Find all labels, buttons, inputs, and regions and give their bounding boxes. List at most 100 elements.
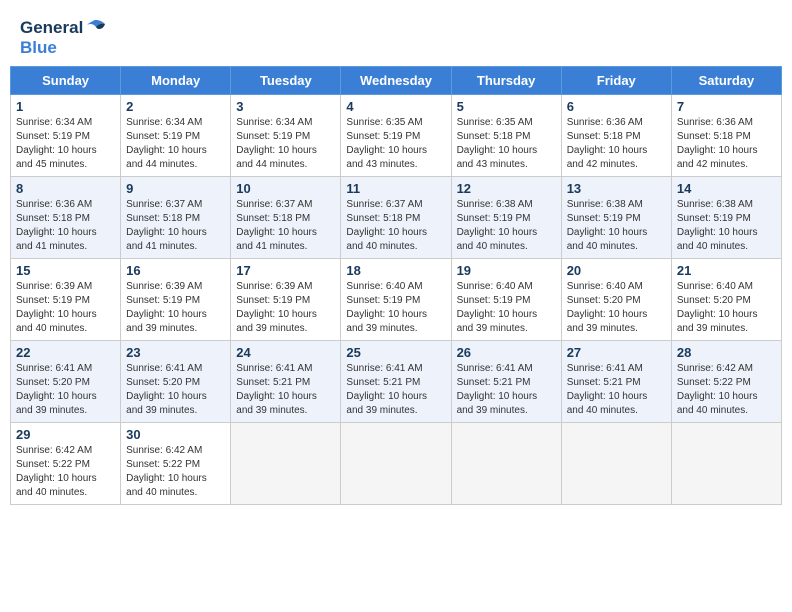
day-info: Sunrise: 6:40 AMSunset: 5:19 PMDaylight:… <box>457 280 556 336</box>
day-number: 18 <box>346 263 445 278</box>
calendar-cell: 30Sunrise: 6:42 AMSunset: 5:22 PMDayligh… <box>121 423 231 505</box>
calendar-table: SundayMondayTuesdayWednesdayThursdayFrid… <box>10 66 782 505</box>
header-sunday: Sunday <box>11 67 121 95</box>
calendar-cell: 17 Sunrise: 6:39 AMSunset: 5:19 PMDayligh… <box>231 259 341 341</box>
day-info: Sunrise: 6:41 AMSunset: 5:21 PMDaylight:… <box>346 362 445 418</box>
calendar-cell <box>341 423 451 505</box>
calendar-cell: 6Sunrise: 6:36 AMSunset: 5:18 PMDaylight… <box>561 95 671 177</box>
day-info: Sunrise: 6:39 AMSunset: 5:19 PMDaylight:… <box>126 280 225 336</box>
day-info: Sunrise: 6:41 AMSunset: 5:21 PMDaylight:… <box>457 362 556 418</box>
calendar-week-5: 29 Sunrise: 6:42 AMSunset: 5:22 PMDayligh… <box>11 423 782 505</box>
day-number: 27 <box>567 345 666 360</box>
day-info: Sunrise: 6:35 AMSunset: 5:19 PMDaylight:… <box>346 116 445 172</box>
day-info: Sunrise: 6:40 AMSunset: 5:19 PMDaylight:… <box>346 280 445 336</box>
day-number: 9 <box>126 181 225 196</box>
day-number: 12 <box>457 181 556 196</box>
day-info: Sunrise: 6:36 AMSunset: 5:18 PMDaylight:… <box>16 198 115 254</box>
day-info: Sunrise: 6:37 AMSunset: 5:18 PMDaylight:… <box>346 198 445 254</box>
calendar-cell: 11Sunrise: 6:37 AMSunset: 5:18 PMDayligh… <box>341 177 451 259</box>
calendar-cell: 7Sunrise: 6:36 AMSunset: 5:18 PMDaylight… <box>671 95 781 177</box>
day-info: Sunrise: 6:38 AMSunset: 5:19 PMDaylight:… <box>677 198 776 254</box>
calendar-cell: 9 Sunrise: 6:37 AMSunset: 5:18 PMDaylight… <box>121 177 231 259</box>
day-info: Sunrise: 6:42 AMSunset: 5:22 PMDaylight:… <box>677 362 776 418</box>
day-number: 17 <box>236 263 335 278</box>
day-number: 13 <box>567 181 666 196</box>
day-number: 25 <box>346 345 445 360</box>
calendar-cell: 20 Sunrise: 6:40 AMSunset: 5:20 PMDayligh… <box>561 259 671 341</box>
calendar-cell: 2 Sunrise: 6:34 AMSunset: 5:19 PMDaylight… <box>121 95 231 177</box>
day-number: 3 <box>236 99 335 114</box>
calendar-cell: 28 Sunrise: 6:42 AMSunset: 5:22 PMDayligh… <box>671 341 781 423</box>
day-info: Sunrise: 6:42 AMSunset: 5:22 PMDaylight:… <box>126 444 225 500</box>
day-info: Sunrise: 6:35 AMSunset: 5:18 PMDaylight:… <box>457 116 556 172</box>
day-number: 4 <box>346 99 445 114</box>
day-info: Sunrise: 6:38 AMSunset: 5:19 PMDaylight:… <box>457 198 556 254</box>
page-header: General Blue <box>10 10 782 62</box>
calendar-cell: 25 Sunrise: 6:41 AMSunset: 5:21 PMDayligh… <box>341 341 451 423</box>
calendar-cell: 14 Sunrise: 6:38 AMSunset: 5:19 PMDayligh… <box>671 177 781 259</box>
calendar-cell: 4 Sunrise: 6:35 AMSunset: 5:19 PMDaylight… <box>341 95 451 177</box>
calendar-cell: 8 Sunrise: 6:36 AMSunset: 5:18 PMDaylight… <box>11 177 121 259</box>
day-info: Sunrise: 6:39 AMSunset: 5:19 PMDaylight:… <box>236 280 335 336</box>
calendar-cell: 13 Sunrise: 6:38 AMSunset: 5:19 PMDayligh… <box>561 177 671 259</box>
calendar-cell <box>451 423 561 505</box>
day-info: Sunrise: 6:37 AMSunset: 5:18 PMDaylight:… <box>126 198 225 254</box>
day-info: Sunrise: 6:40 AMSunset: 5:20 PMDaylight:… <box>567 280 666 336</box>
calendar-cell: 12 Sunrise: 6:38 AMSunset: 5:19 PMDayligh… <box>451 177 561 259</box>
logo-general: General <box>20 18 83 38</box>
day-info: Sunrise: 6:36 AMSunset: 5:18 PMDaylight:… <box>567 116 666 172</box>
calendar-cell: 5Sunrise: 6:35 AMSunset: 5:18 PMDaylight… <box>451 95 561 177</box>
calendar-cell: 27 Sunrise: 6:41 AMSunset: 5:21 PMDayligh… <box>561 341 671 423</box>
day-info: Sunrise: 6:41 AMSunset: 5:21 PMDaylight:… <box>567 362 666 418</box>
day-info: Sunrise: 6:37 AMSunset: 5:18 PMDaylight:… <box>236 198 335 254</box>
calendar-cell: 24 Sunrise: 6:41 AMSunset: 5:21 PMDayligh… <box>231 341 341 423</box>
day-number: 14 <box>677 181 776 196</box>
day-info: Sunrise: 6:41 AMSunset: 5:20 PMDaylight:… <box>16 362 115 418</box>
day-number: 1 <box>16 99 115 114</box>
day-info: Sunrise: 6:40 AMSunset: 5:20 PMDaylight:… <box>677 280 776 336</box>
header-friday: Friday <box>561 67 671 95</box>
day-info: Sunrise: 6:34 AMSunset: 5:19 PMDaylight:… <box>236 116 335 172</box>
calendar-week-4: 22 Sunrise: 6:41 AMSunset: 5:20 PMDayligh… <box>11 341 782 423</box>
day-info: Sunrise: 6:41 AMSunset: 5:21 PMDaylight:… <box>236 362 335 418</box>
day-info: Sunrise: 6:39 AMSunset: 5:19 PMDaylight:… <box>16 280 115 336</box>
day-number: 22 <box>16 345 115 360</box>
day-info: Sunrise: 6:34 AMSunset: 5:19 PMDaylight:… <box>126 116 225 172</box>
calendar-cell <box>671 423 781 505</box>
day-info: Sunrise: 6:41 AMSunset: 5:20 PMDaylight:… <box>126 362 225 418</box>
day-number: 19 <box>457 263 556 278</box>
day-info: Sunrise: 6:38 AMSunset: 5:19 PMDaylight:… <box>567 198 666 254</box>
day-number: 24 <box>236 345 335 360</box>
calendar-cell <box>561 423 671 505</box>
calendar-body: 1 Sunrise: 6:34 AMSunset: 5:19 PMDaylight… <box>11 95 782 505</box>
calendar-cell: 22 Sunrise: 6:41 AMSunset: 5:20 PMDayligh… <box>11 341 121 423</box>
header-row: SundayMondayTuesdayWednesdayThursdayFrid… <box>11 67 782 95</box>
calendar-cell <box>231 423 341 505</box>
day-info: Sunrise: 6:34 AMSunset: 5:19 PMDaylight:… <box>16 116 115 172</box>
calendar-cell: 21 Sunrise: 6:40 AMSunset: 5:20 PMDayligh… <box>671 259 781 341</box>
day-number: 28 <box>677 345 776 360</box>
logo-blue: Blue <box>20 38 57 57</box>
calendar-cell: 26 Sunrise: 6:41 AMSunset: 5:21 PMDayligh… <box>451 341 561 423</box>
calendar-week-1: 1 Sunrise: 6:34 AMSunset: 5:19 PMDaylight… <box>11 95 782 177</box>
day-number: 21 <box>677 263 776 278</box>
calendar-week-3: 15 Sunrise: 6:39 AMSunset: 5:19 PMDayligh… <box>11 259 782 341</box>
day-number: 16 <box>126 263 225 278</box>
day-number: 2 <box>126 99 225 114</box>
day-info: Sunrise: 6:42 AMSunset: 5:22 PMDaylight:… <box>16 444 115 500</box>
header-tuesday: Tuesday <box>231 67 341 95</box>
day-number: 20 <box>567 263 666 278</box>
header-wednesday: Wednesday <box>341 67 451 95</box>
day-number: 10 <box>236 181 335 196</box>
day-number: 8 <box>16 181 115 196</box>
calendar-cell: 23Sunrise: 6:41 AMSunset: 5:20 PMDayligh… <box>121 341 231 423</box>
day-number: 7 <box>677 99 776 114</box>
day-number: 29 <box>16 427 115 442</box>
calendar-cell: 29 Sunrise: 6:42 AMSunset: 5:22 PMDayligh… <box>11 423 121 505</box>
calendar-cell: 1 Sunrise: 6:34 AMSunset: 5:19 PMDaylight… <box>11 95 121 177</box>
day-number: 15 <box>16 263 115 278</box>
logo-bird-icon <box>85 19 107 37</box>
day-number: 26 <box>457 345 556 360</box>
logo: General Blue <box>20 18 107 58</box>
calendar-week-2: 8 Sunrise: 6:36 AMSunset: 5:18 PMDaylight… <box>11 177 782 259</box>
